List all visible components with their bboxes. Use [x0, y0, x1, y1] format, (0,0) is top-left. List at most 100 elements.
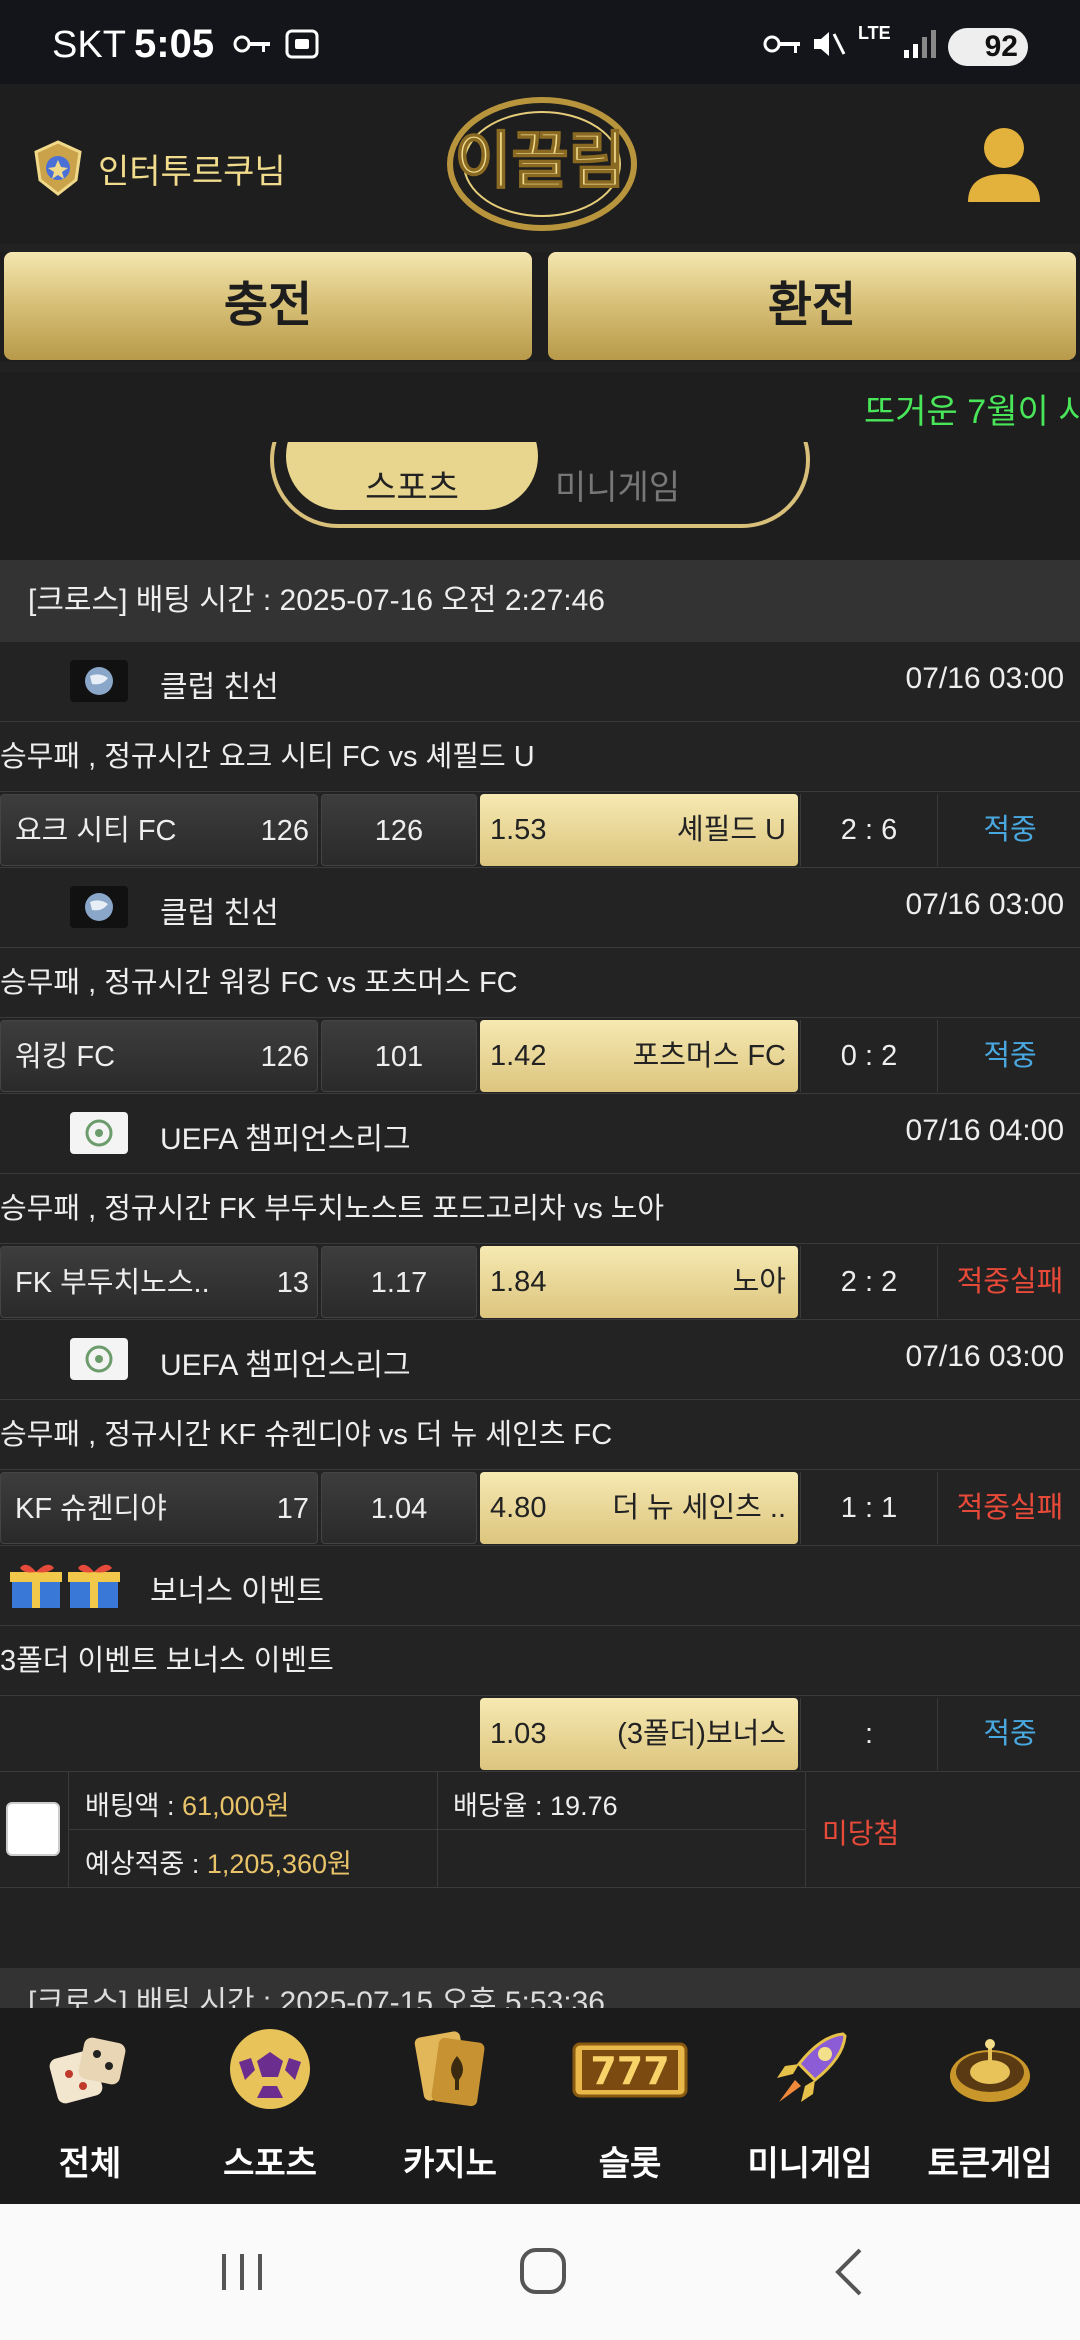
gift-box-icon — [10, 1564, 120, 1608]
home-odds-button[interactable]: KF 슈켄디야 17 — [0, 1472, 318, 1544]
battery-indicator: 92 — [948, 28, 1028, 66]
score: 1 : 1 — [800, 1472, 938, 1544]
mute-icon — [814, 32, 846, 56]
nav-label: 스포츠 — [223, 2145, 317, 2183]
match-time: 07/16 03:00 — [905, 1340, 1064, 1373]
soccer-ball-icon — [230, 2029, 310, 2109]
match-title: 승무패 , 정규시간 KF 슈켄디야 vs 더 뉴 세인츠 FC — [0, 1400, 1080, 1470]
rocket-icon — [777, 2032, 847, 2102]
match-title: 3폴더 이벤트 보너스 이벤트 — [0, 1626, 1080, 1696]
result-badge: 적중 — [983, 1718, 1037, 1750]
dice-icon — [49, 2037, 126, 2104]
result-badge: 적중실패 — [956, 1266, 1064, 1298]
nav-minigame[interactable]: 미니게임 — [720, 2008, 900, 2204]
league-name: 클럽 친선 — [160, 671, 279, 704]
select-checkbox[interactable] — [6, 1802, 60, 1856]
cards-icon — [414, 2031, 485, 2107]
nav-casino[interactable]: 카지노 — [360, 2008, 540, 2204]
network-label: LTE — [858, 23, 891, 43]
draw-odds-button[interactable]: 1.17 — [321, 1246, 477, 1318]
clock: 5:05 — [134, 22, 215, 66]
world-flag-icon — [70, 886, 128, 928]
league-row: 클럽 친선 07/16 03:00 — [0, 642, 1080, 722]
back-icon[interactable] — [828, 2246, 868, 2298]
nav-token-game[interactable]: 토큰게임 — [900, 2008, 1080, 2204]
svg-text:777: 777 — [590, 2049, 669, 2093]
bonus-league-row: 보너스 이벤트 — [0, 1546, 1080, 1626]
exchange-button[interactable]: 환전 — [548, 252, 1076, 360]
category-tabs: 스포츠 미니게임 — [0, 442, 1080, 560]
match-title: 승무패 , 정규시간 워킹 FC vs 포츠머스 FC — [0, 948, 1080, 1018]
system-nav-bar — [0, 2204, 1080, 2340]
svg-text:이끌림: 이끌림 — [454, 124, 625, 197]
level-badge-icon — [34, 140, 82, 196]
screenshot-icon — [285, 29, 319, 59]
nav-sports[interactable]: 스포츠 — [180, 2008, 360, 2204]
key-icon — [233, 35, 270, 53]
username: 인터투르쿠님 — [98, 152, 286, 191]
recent-apps-icon[interactable] — [218, 2250, 266, 2294]
match-time: 07/16 03:00 — [905, 888, 1064, 921]
home-odds-button[interactable]: 요크 시티 FC 126 — [0, 794, 318, 866]
odds-row: FK 부두치노스.. 13 1.17 1.84 노아 2 : 2 적중실패 — [0, 1244, 1080, 1320]
score: 2 : 6 — [800, 794, 938, 866]
away-odds-button-selected[interactable]: 1.42 포츠머스 FC — [480, 1020, 798, 1092]
vpn-key-icon — [763, 35, 800, 53]
tab-minigame[interactable]: 미니게임 — [555, 460, 680, 509]
match-time: 07/16 03:00 — [905, 662, 1064, 695]
wallet-buttons: 충전 환전 — [0, 252, 1080, 362]
nav-label: 토큰게임 — [927, 2145, 1053, 2183]
league-name: UEFA 챔피언스리그 — [160, 1123, 411, 1156]
result-badge: 적중 — [983, 1040, 1037, 1072]
score: : — [800, 1698, 938, 1770]
slot-777-icon: 777 — [572, 2042, 688, 2098]
result-badge: 적중 — [983, 814, 1037, 846]
nav-label: 슬롯 — [598, 2145, 662, 2183]
bet-odds: 배당율 : 19.76 — [453, 1791, 618, 1821]
home-odds-button[interactable]: FK 부두치노스.. 13 — [0, 1246, 318, 1318]
odds-row: KF 슈켄디야 17 1.04 4.80 더 뉴 세인츠 .. 1 : 1 적중실패 — [0, 1470, 1080, 1546]
bet-summary: 배팅액 : 61,000원 배당율 : 19.76 예상적중 : 1,205,3… — [0, 1772, 1080, 1888]
match-title: 승무패 , 정규시간 요크 시티 FC vs 셰필드 U — [0, 722, 1080, 792]
notice-ticker: 뜨거운 7월이 시 — [0, 372, 1080, 442]
away-odds-button-selected[interactable]: 1.53 셰필드 U — [480, 794, 798, 866]
odds-row: 워킹 FC 126 101 1.42 포츠머스 FC 0 : 2 적중 — [0, 1018, 1080, 1094]
league-name: 보너스 이벤트 — [150, 1575, 324, 1608]
draw-odds-button[interactable]: 1.04 — [321, 1472, 477, 1544]
result-badge: 적중실패 — [956, 1492, 1064, 1524]
world-flag-icon — [70, 660, 128, 702]
status-bar: SKT 5:05 LTE 92 — [0, 0, 1080, 84]
carrier-label: SKT — [52, 24, 126, 66]
draw-odds-button[interactable]: 126 — [321, 794, 477, 866]
odds-row: 요크 시티 FC 126 126 1.53 셰필드 U 2 : 6 적중 — [0, 792, 1080, 868]
summary-grid: 배팅액 : 61,000원 배당율 : 19.76 예상적중 : 1,205,3… — [68, 1772, 806, 1888]
bonus-odds-button[interactable]: 1.03 (3폴더)보너스 — [480, 1698, 798, 1770]
home-odds-button[interactable]: 워킹 FC 126 — [0, 1020, 318, 1092]
tab-sports[interactable]: 스포츠 — [286, 442, 538, 510]
nav-all[interactable]: 전체 — [0, 2008, 180, 2204]
user-info[interactable]: 인터투르쿠님 — [28, 138, 286, 198]
bet-history-list: [크로스] 배팅 시간 : 2025-07-16 오전 2:27:46 클럽 친… — [0, 560, 1080, 2028]
score: 2 : 2 — [800, 1246, 938, 1318]
bottom-nav: 전체 스포츠 카지노 777 슬롯 미니게임 토큰게임 — [0, 2008, 1080, 2204]
league-row: UEFA 챔피언스리그 07/16 03:00 — [0, 1320, 1080, 1400]
nav-label: 미니게임 — [747, 2145, 873, 2183]
nav-label: 카지노 — [403, 2145, 497, 2183]
draw-odds-button[interactable]: 101 — [321, 1020, 477, 1092]
away-odds-button-selected[interactable]: 4.80 더 뉴 세인츠 .. — [480, 1472, 798, 1544]
logo[interactable]: 이끌림 — [430, 94, 650, 234]
league-name: UEFA 챔피언스리그 — [160, 1349, 411, 1382]
ticker-text: 뜨거운 7월이 시 — [864, 393, 1080, 431]
nav-slot[interactable]: 777 슬롯 — [540, 2008, 720, 2204]
bonus-odds-row: 1.03 (3폴더)보너스 : 적중 — [0, 1696, 1080, 1772]
home-icon[interactable] — [518, 2246, 568, 2296]
away-odds-button-selected[interactable]: 1.84 노아 — [480, 1246, 798, 1318]
profile-icon[interactable] — [964, 124, 1044, 210]
league-name: 클럽 친선 — [160, 897, 279, 930]
signal-icon — [904, 30, 936, 58]
uefa-logo-icon — [70, 1112, 128, 1154]
score: 0 : 2 — [800, 1020, 938, 1092]
league-row: UEFA 챔피언스리그 07/16 04:00 — [0, 1094, 1080, 1174]
bet-amount: 배팅액 : 61,000원 — [85, 1791, 290, 1821]
charge-button[interactable]: 충전 — [4, 252, 532, 360]
